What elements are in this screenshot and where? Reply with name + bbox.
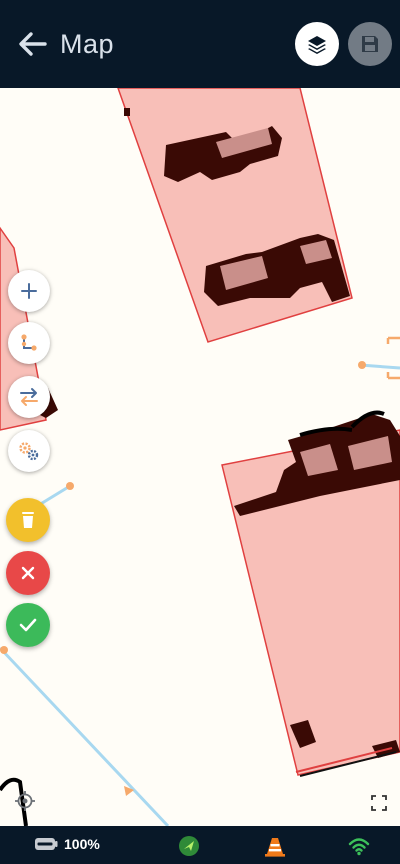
trash-icon <box>22 512 34 528</box>
wifi-icon <box>348 838 370 856</box>
route-line <box>359 363 400 370</box>
building <box>124 108 130 116</box>
arrow-left-icon <box>19 32 47 56</box>
save-button[interactable] <box>348 22 392 66</box>
crosshair-icon <box>15 791 35 811</box>
battery-icon <box>35 838 58 850</box>
floppy-disk-icon <box>362 36 378 52</box>
node <box>66 482 74 490</box>
node <box>358 361 366 369</box>
settings-button[interactable] <box>8 430 50 472</box>
gps-icon <box>179 836 199 856</box>
locate-button[interactable] <box>12 788 38 814</box>
confirm-button[interactable] <box>6 603 50 647</box>
cancel-button[interactable] <box>6 551 50 595</box>
fullscreen-icon <box>371 795 387 811</box>
back-button[interactable] <box>14 26 50 62</box>
cone-icon <box>265 838 285 857</box>
node <box>0 646 8 654</box>
draw-line-button[interactable] <box>8 322 50 364</box>
line-nodes-icon <box>21 334 37 351</box>
parcel <box>117 88 353 343</box>
delete-button[interactable] <box>6 498 50 542</box>
map-canvas[interactable] <box>0 88 400 826</box>
page-title: Map <box>60 28 115 59</box>
battery-indicator: 100% <box>34 836 100 852</box>
swap-direction-button[interactable] <box>8 376 50 418</box>
close-icon <box>21 566 35 580</box>
fullscreen-button[interactable] <box>368 792 390 814</box>
swap-arrows-icon <box>20 388 38 406</box>
zoom-in-button[interactable] <box>8 270 50 312</box>
plus-icon <box>21 283 37 299</box>
selection-bracket <box>386 336 400 380</box>
wifi-status <box>348 835 370 857</box>
layers-icon <box>308 36 326 54</box>
layers-button[interactable] <box>295 22 339 66</box>
gps-status <box>178 835 200 857</box>
gears-icon <box>19 442 39 461</box>
cone-status <box>264 835 286 857</box>
app-bar: Map <box>0 0 400 88</box>
check-icon <box>19 618 37 632</box>
battery-level: 100% <box>64 836 100 852</box>
map-features <box>0 88 400 826</box>
status-bar: 100% <box>0 826 400 864</box>
